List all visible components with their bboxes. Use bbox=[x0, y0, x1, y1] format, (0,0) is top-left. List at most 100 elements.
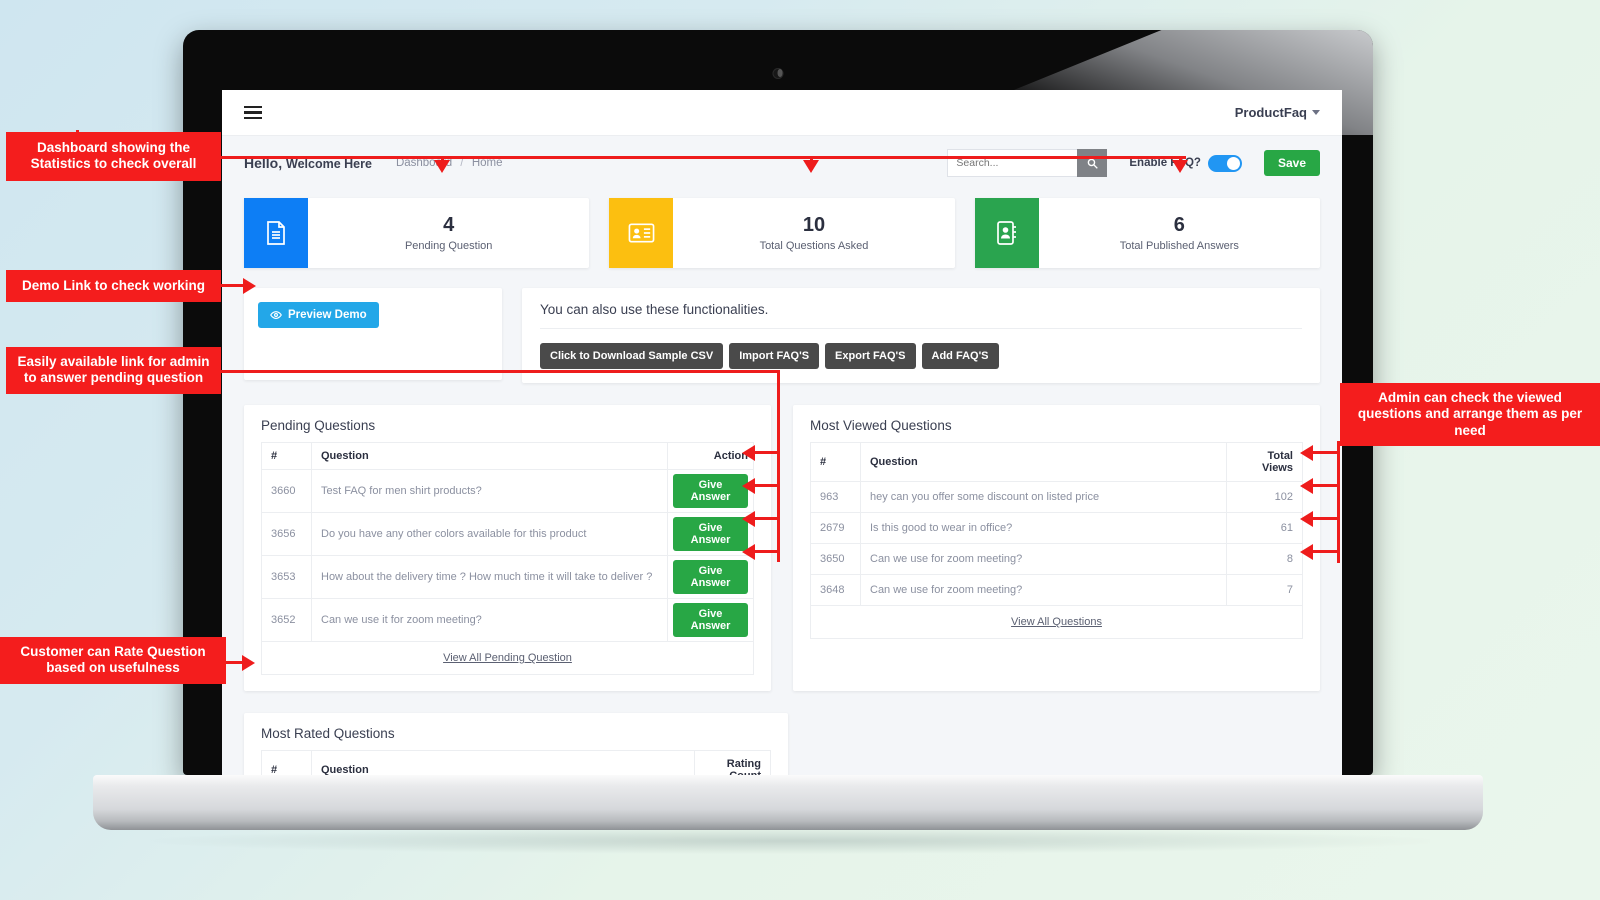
functionality-buttons: Click to Download Sample CSV Import FAQ'… bbox=[540, 343, 1302, 369]
stat-value: 6 bbox=[1173, 214, 1185, 236]
cell-views: 61 bbox=[1226, 512, 1303, 544]
col-header-id: # bbox=[261, 750, 312, 775]
give-answer-button[interactable]: Give Answer bbox=[673, 603, 748, 637]
pending-questions-panel: Pending Questions # Question Action 3660… bbox=[244, 405, 771, 691]
annotation-line bbox=[1310, 517, 1338, 520]
search-input[interactable] bbox=[947, 149, 1078, 177]
footer-cell: View All Pending Question bbox=[261, 641, 754, 675]
most-viewed-questions-panel: Most Viewed Questions # Question Total V… bbox=[793, 405, 1320, 691]
webcam-icon bbox=[772, 68, 784, 79]
table-row: 3656 Do you have any other colors availa… bbox=[261, 512, 754, 556]
annotation-pending-link: Easily available link for admin to answe… bbox=[6, 347, 221, 394]
cell-id: 963 bbox=[810, 481, 861, 513]
annotation-dashboard-stats: Dashboard showing the Statistics to chec… bbox=[6, 132, 221, 181]
table-row: 2679 Is this good to wear in office? 61 bbox=[810, 512, 1303, 544]
table-footer-row: View All Questions bbox=[810, 605, 1303, 639]
cell-id: 3652 bbox=[261, 598, 312, 642]
col-header-rating: Rating Count bbox=[694, 750, 771, 775]
cell-action: Give Answer bbox=[667, 555, 754, 599]
annotation-arrow bbox=[742, 445, 755, 461]
give-answer-button[interactable]: Give Answer bbox=[673, 474, 748, 508]
col-header-action: Action bbox=[667, 442, 754, 470]
browser-screen: ProductFaq Hello, Welcome Here Dashboard… bbox=[222, 90, 1342, 775]
most-viewed-questions-title: Most Viewed Questions bbox=[810, 418, 952, 433]
give-answer-button[interactable]: Give Answer bbox=[673, 517, 748, 551]
chevron-down-icon bbox=[1312, 110, 1320, 115]
annotation-arrow bbox=[803, 160, 819, 173]
cell-question: hey can you offer some discount on liste… bbox=[860, 481, 1227, 513]
bottom-spacer bbox=[810, 713, 1320, 775]
functionality-title: You can also use these functionalities. bbox=[540, 302, 1302, 329]
cell-question: Can we use for zoom meeting? bbox=[860, 574, 1227, 606]
cell-question: Test FAQ for men shirt products? bbox=[311, 469, 668, 513]
annotation-line bbox=[1337, 441, 1340, 563]
annotation-arrow bbox=[1300, 445, 1313, 461]
cell-question: Do you have any other colors available f… bbox=[311, 512, 668, 556]
stat-card-published: 6 Total Published Answers bbox=[974, 198, 1320, 268]
annotation-rating: Customer can Rate Question based on usef… bbox=[0, 637, 226, 684]
annotation-line bbox=[752, 451, 779, 454]
pending-questions-title: Pending Questions bbox=[261, 418, 376, 433]
cell-action: Give Answer bbox=[667, 469, 754, 513]
cell-id: 3656 bbox=[261, 512, 312, 556]
stat-card-pending: 4 Pending Question bbox=[244, 198, 590, 268]
annotation-line bbox=[777, 370, 780, 562]
view-all-questions-link[interactable]: View All Questions bbox=[1011, 616, 1102, 628]
save-button[interactable]: Save bbox=[1263, 150, 1320, 176]
bottom-row: Most Rated Questions # Question Rating C… bbox=[244, 713, 1320, 775]
import-faqs-button[interactable]: Import FAQ'S bbox=[729, 343, 820, 369]
col-header-views: Total Views bbox=[1226, 442, 1303, 482]
annotation-line bbox=[752, 517, 779, 520]
annotation-arrow bbox=[243, 278, 256, 294]
stat-body: 10 Total Questions Asked bbox=[673, 198, 954, 268]
laptop-base bbox=[93, 775, 1483, 830]
preview-demo-button[interactable]: Preview Demo bbox=[258, 302, 379, 328]
header-actions: Enable FAQ? Save bbox=[947, 149, 1320, 177]
cell-views: 102 bbox=[1226, 481, 1303, 513]
dashboard-content: 4 Pending Question 10 Total Questions As… bbox=[222, 190, 1342, 775]
functionality-card: You can also use these functionalities. … bbox=[522, 288, 1320, 383]
annotation-line bbox=[76, 156, 1186, 159]
annotation-line bbox=[1310, 451, 1338, 454]
search-icon[interactable] bbox=[1077, 149, 1108, 177]
table-row: 3660 Test FAQ for men shirt products? Gi… bbox=[261, 469, 754, 513]
add-faqs-button[interactable]: Add FAQ'S bbox=[921, 343, 999, 369]
stat-body: 6 Total Published Answers bbox=[1039, 198, 1320, 268]
search-box bbox=[947, 149, 1108, 177]
mid-row: Preview Demo You can also use these func… bbox=[244, 288, 1320, 383]
give-answer-button[interactable]: Give Answer bbox=[673, 560, 748, 594]
table-header-row: # Question Total Views bbox=[810, 442, 1303, 482]
cell-question: Can we use it for zoom meeting? bbox=[311, 598, 668, 642]
greeting-welcome: Welcome Here bbox=[286, 157, 372, 171]
download-sample-csv-button[interactable]: Click to Download Sample CSV bbox=[540, 343, 724, 369]
annotation-arrow bbox=[1300, 544, 1313, 560]
enable-faq-toggle[interactable] bbox=[1207, 154, 1242, 172]
hamburger-icon[interactable] bbox=[244, 105, 262, 120]
table-row: 3648 Can we use for zoom meeting? 7 bbox=[810, 574, 1303, 606]
most-rated-questions-panel: Most Rated Questions # Question Rating C… bbox=[244, 713, 788, 775]
cell-id: 3650 bbox=[810, 543, 861, 575]
most-rated-questions-table: # Question Rating Count 963 hey can you … bbox=[261, 750, 771, 775]
stat-value: 4 bbox=[443, 214, 455, 236]
pending-questions-table: # Question Action 3660 Test FAQ for men … bbox=[261, 442, 754, 675]
stat-body: 4 Pending Question bbox=[308, 198, 589, 268]
annotation-line bbox=[221, 284, 245, 287]
table-footer-row: View All Pending Question bbox=[261, 641, 754, 675]
stat-label: Total Published Answers bbox=[1119, 240, 1239, 252]
most-rated-questions-title: Most Rated Questions bbox=[261, 726, 395, 741]
brand-menu[interactable]: ProductFaq bbox=[1235, 105, 1320, 120]
col-header-question: Question bbox=[860, 442, 1227, 482]
annotation-line bbox=[1310, 484, 1338, 487]
annotation-line bbox=[752, 550, 779, 553]
annotation-arrow bbox=[742, 511, 755, 527]
id-card-icon bbox=[609, 198, 674, 268]
annotation-arrow bbox=[434, 160, 450, 173]
cell-id: 3653 bbox=[261, 555, 312, 599]
export-faqs-button[interactable]: Export FAQ'S bbox=[825, 343, 916, 369]
view-all-pending-link[interactable]: View All Pending Question bbox=[443, 652, 572, 664]
col-header-id: # bbox=[810, 442, 861, 482]
cell-id: 3648 bbox=[810, 574, 861, 606]
annotation-line bbox=[221, 370, 780, 373]
col-header-question: Question bbox=[311, 442, 668, 470]
table-row: 963 hey can you offer some discount on l… bbox=[810, 481, 1303, 513]
